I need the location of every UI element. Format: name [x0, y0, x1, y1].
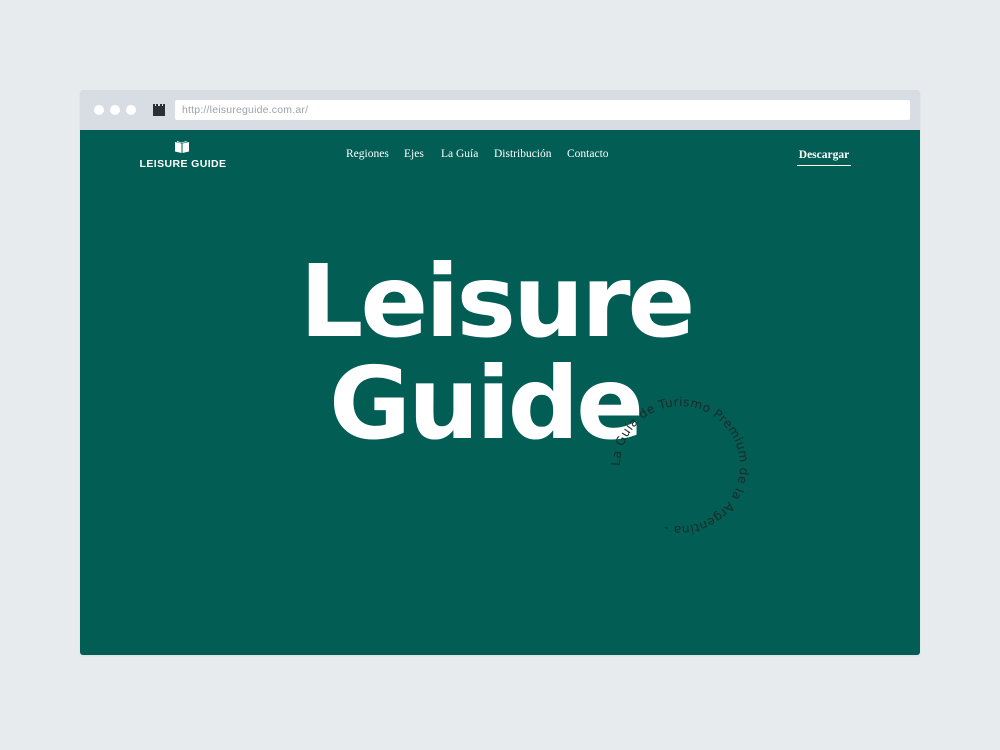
maximize-window-dot[interactable] [126, 105, 136, 115]
browser-window: http://leisureguide.com.ar/ LEISURE GUID… [80, 90, 920, 655]
nav-item-regiones[interactable]: Regiones [346, 148, 389, 160]
hero-title-line-1: Leisure [299, 243, 696, 360]
download-button[interactable]: Descargar [797, 149, 851, 166]
brand-name: LEISURE GUIDE [139, 158, 227, 170]
badge-text: La Guía de Turismo Premium de la Argenti… [609, 395, 751, 537]
nav-item-contacto[interactable]: Contacto [567, 148, 609, 160]
favicon-icon [153, 104, 165, 116]
nav-item-distribucion[interactable]: Distribución [494, 148, 552, 160]
close-window-dot[interactable] [94, 105, 104, 115]
nav-item-ejes[interactable]: Ejes [404, 148, 424, 160]
hero-title-line-2: Guide [329, 345, 644, 462]
site-logo[interactable]: LEISURE GUIDE [137, 140, 229, 172]
page-viewport: LEISURE GUIDE Regiones Ejes La Guía Dist… [80, 130, 920, 655]
circular-tagline-badge: La Guía de Turismo Premium de la Argenti… [609, 395, 751, 537]
book-icon [175, 141, 189, 153]
browser-toolbar: http://leisureguide.com.ar/ [80, 90, 920, 130]
address-bar[interactable]: http://leisureguide.com.ar/ [175, 100, 910, 120]
minimize-window-dot[interactable] [110, 105, 120, 115]
svg-text:La Guía de Turismo Premium de: La Guía de Turismo Premium de la Argenti… [609, 395, 751, 537]
nav-item-la-guia[interactable]: La Guía [441, 148, 478, 160]
